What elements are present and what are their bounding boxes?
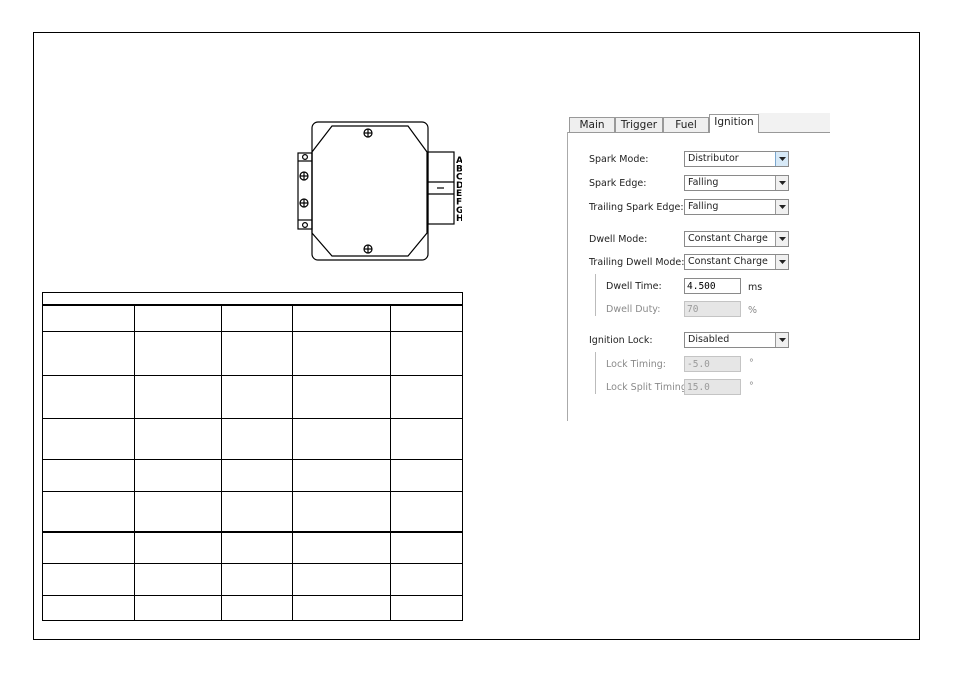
lock-timing-unit: ° [749, 358, 754, 369]
spark-mode-label: Spark Mode: [589, 154, 649, 165]
table-row [42, 594, 464, 621]
connector-pin-letters: ABCDEFGH [456, 156, 462, 224]
table-row [42, 304, 464, 332]
table-row [42, 330, 464, 376]
lock-split-timing-unit: ° [749, 381, 754, 392]
chevron-down-icon[interactable] [775, 200, 788, 214]
tabstrip-divider [567, 132, 830, 133]
tab-ignition[interactable]: Ignition [709, 114, 759, 133]
dwell-mode-dropdown[interactable]: Constant Charge [684, 231, 789, 247]
table-row [42, 458, 464, 492]
lock-group-line [595, 352, 596, 394]
chevron-down-icon[interactable] [775, 176, 788, 190]
spark-edge-value: Falling [688, 177, 719, 188]
tab-trigger[interactable]: Trigger [615, 117, 663, 132]
chevron-down-icon[interactable] [775, 333, 788, 347]
trailing-spark-edge-value: Falling [688, 201, 719, 212]
table-row [42, 531, 464, 564]
lock-split-timing-label: Lock Split Timing: [606, 382, 691, 393]
dwell-time-input[interactable] [684, 278, 741, 294]
trailing-spark-edge-label: Trailing Spark Edge: [589, 202, 684, 213]
tab-main[interactable]: Main [569, 117, 615, 132]
dwell-duty-unit: % [748, 305, 758, 316]
spark-mode-dropdown[interactable]: Distributor [684, 151, 789, 167]
dwell-mode-label: Dwell Mode: [589, 234, 648, 245]
lock-timing-label: Lock Timing: [606, 359, 666, 370]
panel-border [567, 132, 568, 421]
ignition-lock-dropdown[interactable]: Disabled [684, 332, 789, 348]
trailing-dwell-mode-dropdown[interactable]: Constant Charge [684, 254, 789, 270]
table-row [42, 374, 464, 419]
trailing-dwell-mode-label: Trailing Dwell Mode: [589, 257, 685, 268]
ignition-lock-value: Disabled [688, 334, 730, 345]
chevron-down-icon[interactable] [775, 232, 788, 246]
table-row [42, 417, 464, 460]
lock-timing-input [684, 356, 741, 372]
ignition-settings-panel: Main Trigger Fuel Ignition Spark Mode: D… [567, 112, 830, 421]
dwell-group-line [595, 274, 596, 316]
dwell-time-label: Dwell Time: [606, 281, 662, 292]
chevron-down-icon[interactable] [775, 255, 788, 269]
pin-letter-h: H [456, 214, 462, 224]
ignition-module-diagram: ABCDEFGH [297, 121, 462, 261]
tab-fuel[interactable]: Fuel [663, 117, 709, 132]
trailing-dwell-mode-value: Constant Charge [688, 256, 768, 267]
tabstrip-background [758, 113, 830, 132]
trailing-spark-edge-dropdown[interactable]: Falling [684, 199, 789, 215]
dwell-duty-label: Dwell Duty: [606, 304, 661, 315]
dwell-time-unit: ms [748, 282, 763, 293]
chevron-down-icon[interactable] [775, 152, 788, 166]
spark-mode-value: Distributor [688, 153, 739, 164]
dwell-mode-value: Constant Charge [688, 233, 768, 244]
table-row [42, 562, 464, 596]
ignition-lock-label: Ignition Lock: [589, 335, 653, 346]
lock-split-timing-input [684, 379, 741, 395]
dwell-duty-input [684, 301, 741, 317]
spark-edge-dropdown[interactable]: Falling [684, 175, 789, 191]
table-row [42, 490, 464, 533]
spark-edge-label: Spark Edge: [589, 178, 647, 189]
pinout-table [41, 292, 464, 621]
table-title-row [41, 292, 464, 306]
